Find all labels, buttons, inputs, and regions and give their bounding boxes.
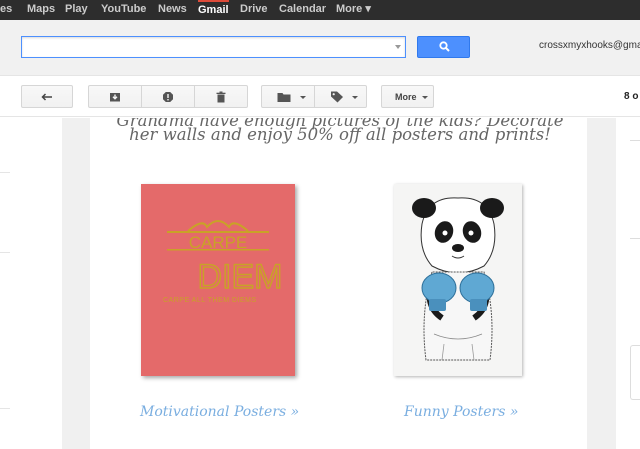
move-to-button[interactable] [261, 85, 315, 108]
more-actions-caret-icon [422, 96, 428, 99]
carpe-subtitle: CARPE ALL THEM DIEMS [163, 297, 257, 304]
search-input[interactable] [22, 37, 392, 57]
carpe-diem-artwork: CARPE DIEM [167, 220, 283, 297]
motivational-posters-link[interactable]: Motivational Posters » [140, 404, 299, 420]
label-tag-icon [331, 91, 343, 102]
left-divider [0, 252, 10, 253]
account-email[interactable]: crossxmyxhooks@gma [539, 40, 640, 51]
top-nav-bar: es Maps Play YouTube News Gmail Drive Ca… [0, 0, 640, 20]
side-panel-tab[interactable] [630, 345, 640, 400]
left-divider [0, 172, 10, 173]
trash-icon [216, 91, 226, 102]
right-divider [630, 238, 640, 239]
report-spam-icon [163, 91, 173, 102]
more-actions-label: More [395, 92, 417, 102]
nav-item-news[interactable]: News [158, 0, 187, 20]
message-view: Grandma have enough pictures of the kids… [0, 118, 640, 449]
folder-icon [277, 92, 291, 102]
nav-item-images[interactable]: es [0, 0, 12, 20]
search-box [21, 36, 406, 58]
delete-button[interactable] [195, 85, 248, 108]
back-arrow-icon [41, 92, 52, 101]
funny-posters-link[interactable]: Funny Posters » [404, 404, 518, 420]
nav-item-youtube[interactable]: YouTube [101, 0, 146, 20]
message-count: 8 o [624, 91, 639, 102]
nav-item-calendar[interactable]: Calendar [279, 0, 326, 20]
move-to-caret-icon [300, 96, 306, 99]
more-actions-button[interactable]: More [381, 85, 434, 108]
promo-text-line2: her walls and enjoy 50% off all posters … [129, 125, 551, 144]
search-options-caret-icon[interactable] [395, 45, 401, 49]
nav-item-gmail[interactable]: Gmail [198, 0, 229, 20]
nav-item-more[interactable]: More ▾ [336, 0, 371, 20]
report-spam-button[interactable] [142, 85, 195, 108]
carpe-text: CARPE [189, 233, 248, 252]
search-icon [439, 41, 450, 52]
header: crossxmyxhooks@gma [0, 20, 640, 76]
nav-item-play[interactable]: Play [65, 0, 88, 20]
labels-caret-icon [352, 96, 358, 99]
search-button[interactable] [417, 36, 470, 58]
nav-item-drive[interactable]: Drive [240, 0, 268, 20]
labels-button[interactable] [315, 85, 367, 108]
funny-poster-image[interactable] [394, 184, 522, 376]
toolbar: More [0, 77, 640, 117]
archive-icon [110, 92, 120, 101]
diem-text: DIEM [198, 258, 283, 296]
nav-item-maps[interactable]: Maps [27, 0, 55, 20]
back-button[interactable] [21, 85, 73, 108]
motivational-poster-image[interactable]: CARPE DIEM CARPE ALL THEM DIEMS [141, 184, 295, 376]
right-divider [630, 140, 640, 141]
boxing-panda-artwork [412, 197, 504, 361]
archive-button[interactable] [88, 85, 142, 108]
left-divider [0, 408, 10, 409]
